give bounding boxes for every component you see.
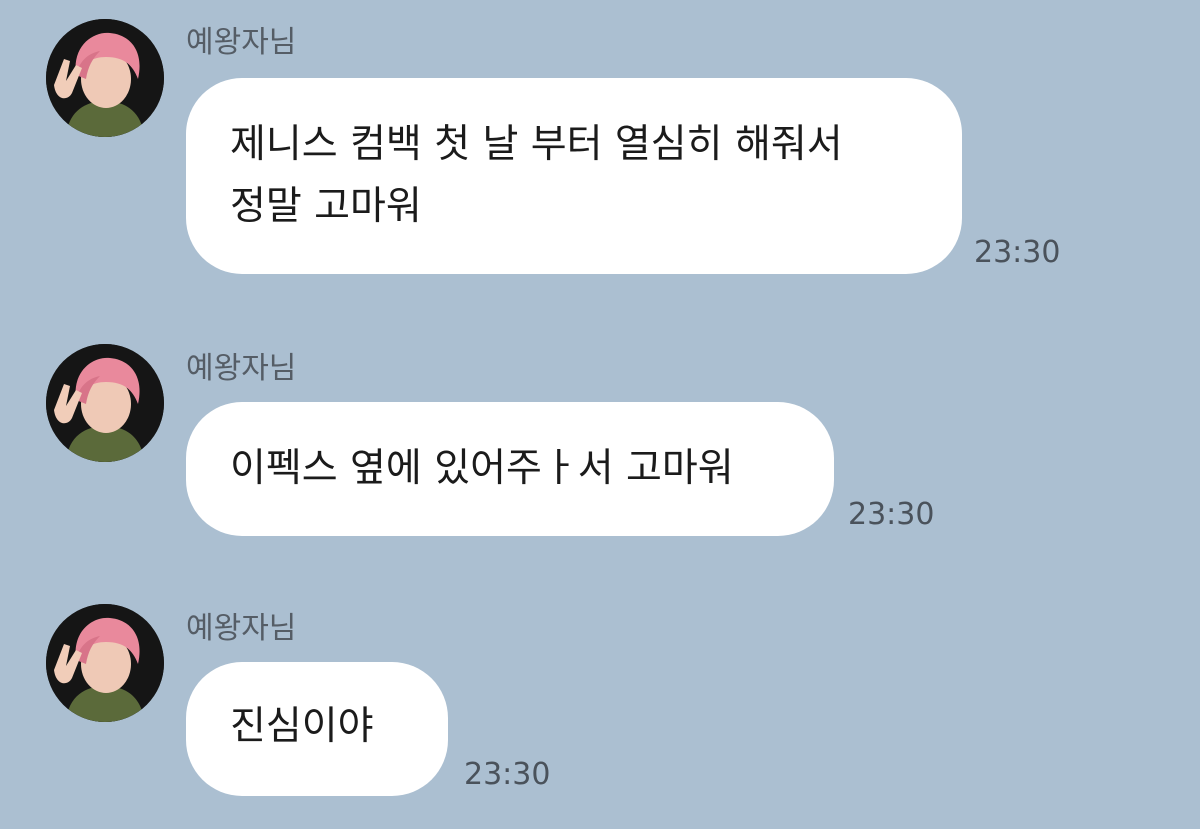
sender-name: 예왕자님 [186,351,297,386]
sender-name: 예왕자님 [186,25,297,60]
message-timestamp: 23:30 [974,235,1061,270]
message-bubble: 이펙스 옆에 있어주ㅏ서 고마워 [186,402,834,536]
sender-name: 예왕자님 [186,611,297,646]
message-timestamp: 23:30 [464,757,551,792]
profile-avatar-icon[interactable] [46,19,164,137]
message-timestamp: 23:30 [848,497,935,532]
message-bubble: 제니스 컴백 첫 날 부터 열심히 해줘서 정말 고마워 [186,78,962,274]
profile-avatar-icon[interactable] [46,344,164,462]
message-bubble: 진심이야 [186,662,448,796]
profile-avatar-icon[interactable] [46,604,164,722]
chat-area: 예왕자님 제니스 컴백 첫 날 부터 열심히 해줘서 정말 고마워 23:30 … [0,0,1200,829]
